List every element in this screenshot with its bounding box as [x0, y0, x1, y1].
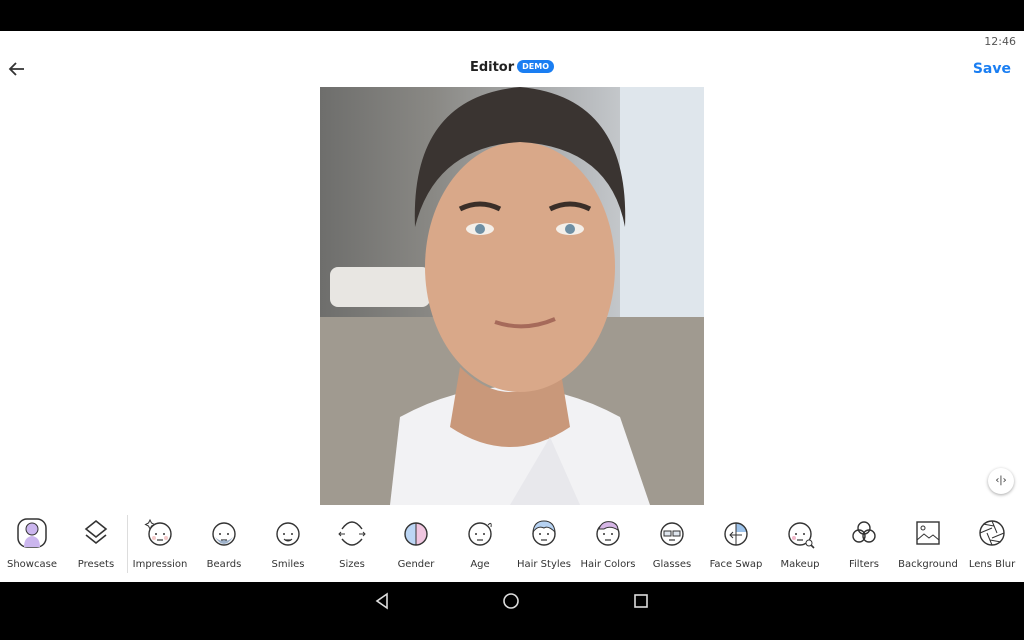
- tool-label: Filters: [849, 559, 879, 570]
- demo-badge: DEMO: [517, 60, 555, 73]
- tool-impression[interactable]: Impression: [128, 510, 192, 576]
- face-makeup-icon: [788, 522, 815, 549]
- face-age-icon: [468, 522, 492, 546]
- aperture-icon: [979, 520, 1005, 546]
- tool-label: Gender: [397, 559, 435, 570]
- tool-filters[interactable]: Filters: [832, 510, 896, 576]
- tool-glasses[interactable]: Glasses: [640, 510, 704, 576]
- tool-background[interactable]: Background: [896, 510, 960, 576]
- face-swap-icon: [724, 522, 748, 546]
- nav-recents-icon[interactable]: [628, 588, 654, 614]
- face-smile-icon: [276, 522, 300, 546]
- tool-label: Lens Blur: [968, 559, 1016, 570]
- face-glasses-icon: [660, 522, 684, 546]
- tool-presets[interactable]: Presets: [64, 510, 128, 576]
- portrait-icon: [17, 518, 47, 548]
- tool-age[interactable]: Age: [448, 510, 512, 576]
- tool-label: Hair Styles: [516, 559, 572, 570]
- tool-hair-styles[interactable]: Hair Styles: [512, 510, 576, 576]
- tool-label: Beards: [206, 559, 242, 570]
- nav-back-icon[interactable]: [369, 588, 395, 614]
- android-nav-bar: [0, 582, 1024, 640]
- tool-label: Age: [470, 559, 490, 570]
- status-time: 12:46: [984, 35, 1016, 48]
- tool-label: Presets: [77, 559, 115, 570]
- save-button[interactable]: Save: [973, 61, 1011, 77]
- layers-icon: [84, 519, 108, 545]
- face-resize-icon: [338, 521, 366, 546]
- tool-label: Glasses: [652, 559, 692, 570]
- tool-beards[interactable]: Beards: [192, 510, 256, 576]
- tool-makeup[interactable]: Makeup: [768, 510, 832, 576]
- face-gender-icon: [404, 522, 428, 546]
- tool-label: Impression: [132, 559, 188, 570]
- edited-photo: [320, 87, 704, 505]
- tool-showcase[interactable]: Showcase: [0, 510, 64, 576]
- tool-label: Makeup: [780, 559, 820, 570]
- tool-lens-blur[interactable]: Lens Blur: [960, 510, 1024, 576]
- face-sparkle-icon: [144, 518, 172, 546]
- system-status-bar: [0, 0, 1024, 31]
- tool-label: Face Swap: [709, 559, 763, 570]
- tool-smiles[interactable]: Smiles: [256, 510, 320, 576]
- image-icon: [916, 521, 940, 545]
- title-text: Editor: [469, 60, 515, 75]
- tool-label: Background: [898, 559, 958, 570]
- face-hair-icon: [532, 520, 556, 546]
- tool-sizes[interactable]: Sizes: [320, 510, 384, 576]
- face-beard-icon: [212, 522, 236, 546]
- tool-label: Hair Colors: [580, 559, 636, 570]
- portrait-image: [320, 87, 704, 505]
- tool-face-swap[interactable]: Face Swap: [704, 510, 768, 576]
- nav-home-icon[interactable]: [498, 588, 524, 614]
- page-title: Editor DEMO: [0, 60, 1024, 75]
- tool-hair-colors[interactable]: Hair Colors: [576, 510, 640, 576]
- filters-icon: [852, 521, 876, 543]
- face-haircolor-icon: [596, 521, 620, 546]
- tool-label: Sizes: [339, 559, 365, 570]
- tool-gender[interactable]: Gender: [384, 510, 448, 576]
- tool-label: Smiles: [271, 559, 305, 570]
- tools-toolbar: Showcase Presets Impression Beards Smiles Siz…: [0, 510, 1024, 580]
- compare-toggle-button[interactable]: ‹|›: [988, 468, 1014, 494]
- tool-label: Showcase: [7, 559, 57, 570]
